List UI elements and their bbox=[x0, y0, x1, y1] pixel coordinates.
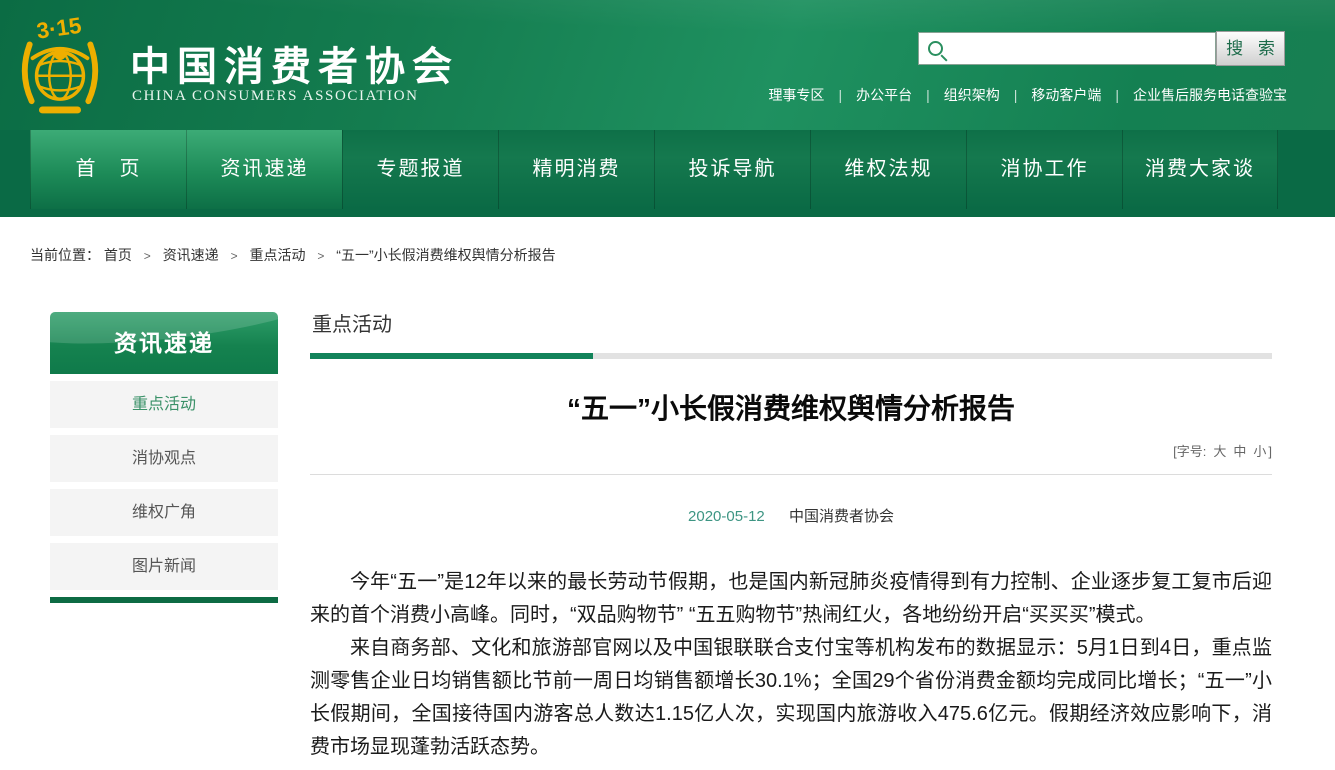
breadcrumb-label: 当前位置： bbox=[30, 247, 100, 263]
breadcrumb: 当前位置： 首页 > 资讯速递 > 重点活动 > “五一”小长假消费维权舆情分析… bbox=[30, 245, 556, 265]
breadcrumb-separator: > bbox=[231, 249, 238, 263]
breadcrumb-separator: > bbox=[317, 249, 324, 263]
breadcrumb-separator: > bbox=[144, 249, 151, 263]
nav-item-news[interactable]: 资讯速递 bbox=[186, 130, 342, 209]
svg-text:3·15: 3·15 bbox=[35, 13, 83, 44]
article-paragraph: 今年“五一”是12年以来的最长劳动节假期，也是国内新冠肺炎疫情得到有力控制、企业… bbox=[310, 566, 1272, 632]
sidebar-item-cca-views[interactable]: 消协观点 bbox=[50, 435, 278, 482]
section-title: 重点活动 bbox=[312, 308, 1272, 337]
article-source: 中国消费者协会 bbox=[789, 508, 894, 525]
section-underline-accent bbox=[310, 353, 593, 359]
sidebar-title: 资讯速递 bbox=[50, 312, 278, 374]
section-underline bbox=[310, 353, 1272, 359]
nav-item-smart-consumption[interactable]: 精明消费 bbox=[498, 130, 654, 209]
font-size-medium-button[interactable]: 中 bbox=[1233, 444, 1246, 459]
nav-item-rights-laws[interactable]: 维权法规 bbox=[810, 130, 966, 209]
font-size-label: [字号: bbox=[1173, 444, 1206, 459]
publish-date: 2020-05-12 bbox=[688, 508, 765, 525]
sidebar-item-photo-news[interactable]: 图片新闻 bbox=[50, 543, 278, 590]
cca-315-logo-icon[interactable]: 3·15 bbox=[16, 12, 104, 116]
article-paragraph: 来自商务部、文化和旅游部官网以及中国银联联合支付宝等机构发布的数据显示：5月1日… bbox=[310, 632, 1272, 764]
font-size-small-button[interactable]: 小 bbox=[1253, 444, 1266, 459]
search-button[interactable]: 搜 索 bbox=[1216, 31, 1285, 66]
search-icon bbox=[928, 41, 943, 56]
site-header: 3·15 中国消费者协会 CHINA CONSUMERS ASSOCIATION… bbox=[0, 0, 1335, 130]
header-link-aftersales[interactable]: 企业售后服务电话查验宝 bbox=[1133, 87, 1287, 103]
link-separator: | bbox=[1115, 87, 1119, 103]
nav-item-consumer-talk[interactable]: 消费大家谈 bbox=[1122, 130, 1278, 209]
search-input[interactable] bbox=[943, 33, 1215, 64]
font-size-label-suffix: ] bbox=[1268, 444, 1272, 459]
sidebar-item-rights-wide-angle[interactable]: 维权广角 bbox=[50, 489, 278, 536]
article-meta: 2020-05-12 中国消费者协会 bbox=[310, 505, 1272, 526]
header-link-structure[interactable]: 组织架构 bbox=[944, 87, 1000, 103]
sidebar: 资讯速递 重点活动 消协观点 维权广角 图片新闻 bbox=[50, 312, 278, 603]
header-link-office[interactable]: 办公平台 bbox=[856, 87, 912, 103]
nav-item-complaint-guide[interactable]: 投诉导航 bbox=[654, 130, 810, 209]
site-title: 中国消费者协会 bbox=[130, 34, 459, 92]
header-link-directors[interactable]: 理事专区 bbox=[768, 87, 824, 103]
article-body: 今年“五一”是12年以来的最长劳动节假期，也是国内新冠肺炎疫情得到有力控制、企业… bbox=[310, 566, 1272, 764]
font-size-controls: [字号: 大中小] bbox=[310, 441, 1272, 460]
font-size-large-button[interactable]: 大 bbox=[1213, 444, 1226, 459]
nav-item-cca-work[interactable]: 消协工作 bbox=[966, 130, 1122, 209]
title-divider bbox=[310, 474, 1272, 475]
nav-items: 首 页 资讯速递 专题报道 精明消费 投诉导航 维权法规 消协工作 消费大家谈 bbox=[30, 130, 1278, 209]
header-link-mobile[interactable]: 移动客户端 bbox=[1031, 87, 1101, 103]
breadcrumb-news[interactable]: 资讯速递 bbox=[163, 247, 219, 263]
breadcrumb-key-activities[interactable]: 重点活动 bbox=[249, 247, 305, 263]
header-links: 理事专区 | 办公平台 | 组织架构 | 移动客户端 | 企业售后服务电话查验宝 bbox=[768, 85, 1287, 105]
sidebar-bottom-bar bbox=[50, 597, 278, 603]
article-title: “五一”小长假消费维权舆情分析报告 bbox=[310, 387, 1272, 427]
nav-item-home[interactable]: 首 页 bbox=[30, 130, 186, 209]
site-subtitle: CHINA CONSUMERS ASSOCIATION bbox=[132, 88, 419, 105]
article-column: 重点活动 “五一”小长假消费维权舆情分析报告 [字号: 大中小] 2020-05-… bbox=[310, 308, 1272, 764]
breadcrumb-home[interactable]: 首页 bbox=[104, 247, 132, 263]
link-separator: | bbox=[926, 87, 930, 103]
nav-item-special-reports[interactable]: 专题报道 bbox=[342, 130, 498, 209]
link-separator: | bbox=[1014, 87, 1018, 103]
main-nav: 首 页 资讯速递 专题报道 精明消费 投诉导航 维权法规 消协工作 消费大家谈 bbox=[0, 130, 1335, 217]
link-separator: | bbox=[838, 87, 842, 103]
sidebar-item-key-activities[interactable]: 重点活动 bbox=[50, 381, 278, 428]
search-box bbox=[918, 32, 1216, 65]
breadcrumb-current-page: “五一”小长假消费维权舆情分析报告 bbox=[336, 247, 555, 263]
